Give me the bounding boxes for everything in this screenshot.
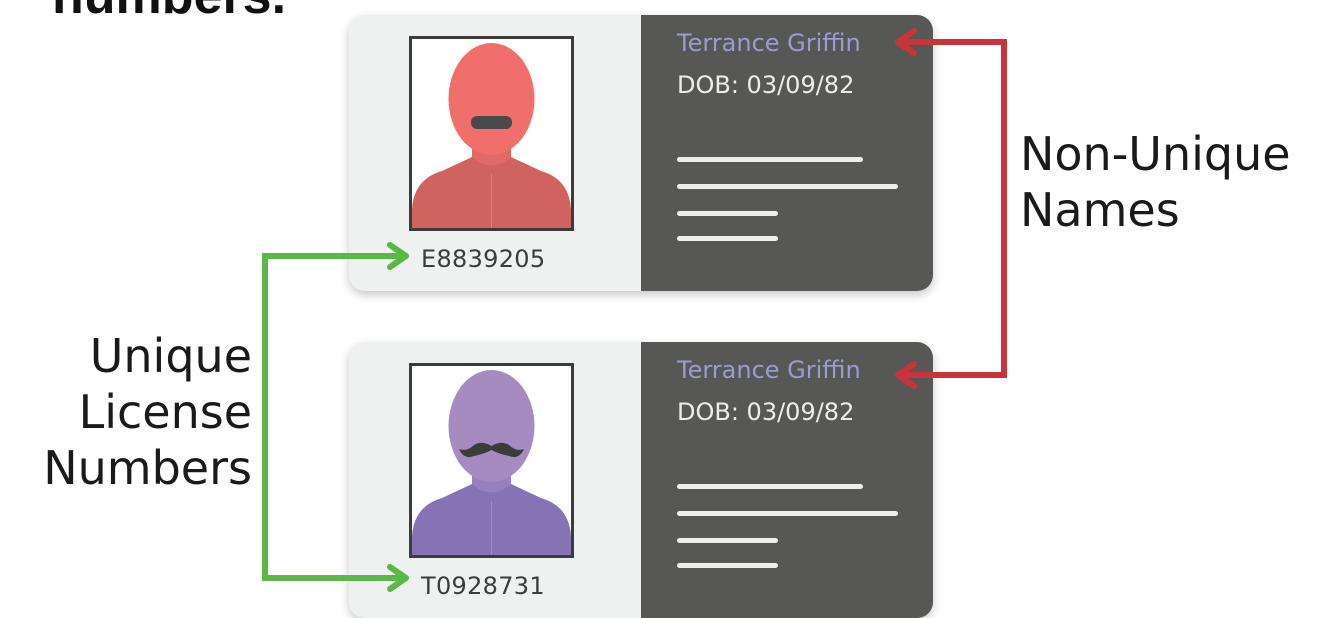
label-line: Non-Unique <box>1020 127 1291 181</box>
green-bracket-arrows <box>262 242 409 592</box>
red-bracket-arrows <box>895 28 1007 389</box>
label-line: Names <box>1020 183 1180 237</box>
label-line: License <box>78 385 252 439</box>
label-line: Unique <box>89 329 252 383</box>
non-unique-names-label: Non-Unique Names <box>1020 126 1291 238</box>
label-line: Numbers <box>43 441 252 495</box>
connector-arrows <box>262 28 1007 592</box>
unique-license-label: Unique License Numbers <box>43 328 252 496</box>
